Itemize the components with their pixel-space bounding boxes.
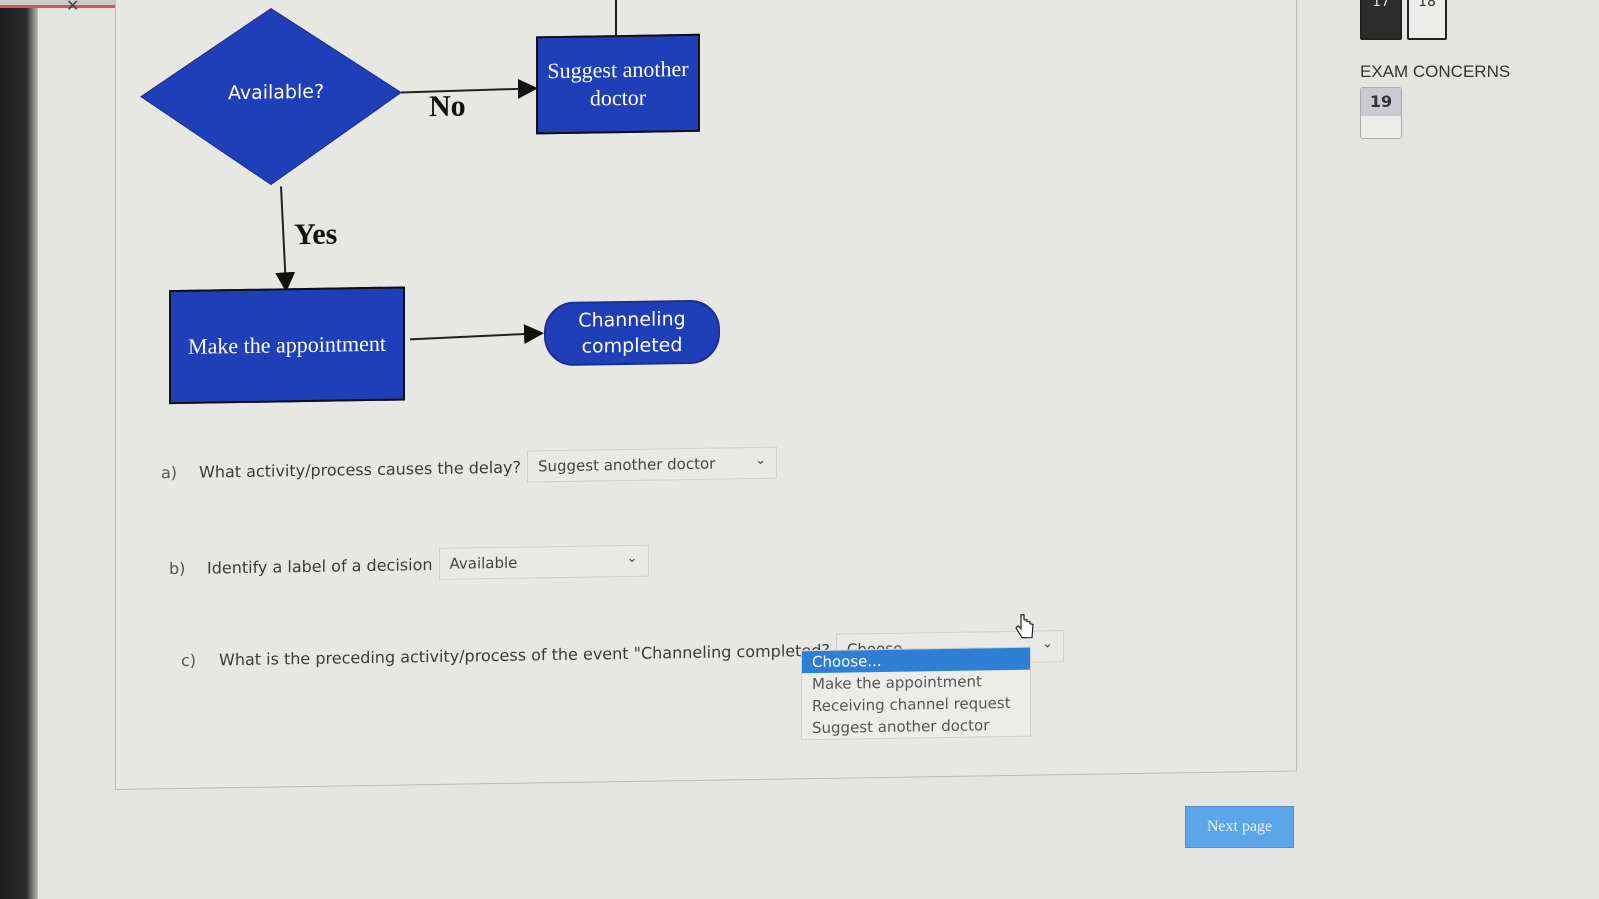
question-a: a) What activity/process causes the dela… <box>161 446 777 489</box>
question-b-selected: Available <box>449 553 518 573</box>
channeling-completed-terminal: Channeling completed <box>544 299 720 367</box>
no-arrow <box>400 78 538 99</box>
question-a-select[interactable]: Suggest another doctor ⌄ <box>526 446 777 483</box>
flowchart: Available? No Yes Suggest another doctor… <box>116 0 816 419</box>
section-heading: EXAM CONCERNS <box>1360 62 1511 81</box>
question-nav-18[interactable]: 18 <box>1407 0 1447 40</box>
question-a-letter: a) <box>161 462 178 482</box>
dropdown-option[interactable]: Receiving channel request <box>802 692 1030 718</box>
question-c-text: What is the preceding activity/process o… <box>219 640 830 669</box>
close-icon[interactable]: ✕ <box>66 0 79 15</box>
dropdown-option[interactable]: Suggest another doctor <box>802 714 1030 740</box>
question-nav-17[interactable]: 17 <box>1360 0 1402 40</box>
question-a-selected: Suggest another doctor <box>537 454 716 476</box>
question-c-dropdown-list: Choose... Make the appointment Receiving… <box>801 646 1031 741</box>
question-nav-19[interactable]: 19 <box>1360 87 1402 139</box>
question-nav-19-number: 19 <box>1361 88 1401 116</box>
question-c-letter: c) <box>181 650 197 670</box>
quiz-navigation: 17 18 EXAM CONCERNS 19 <box>1300 0 1599 899</box>
question-a-text: What activity/process causes the delay? <box>199 457 521 482</box>
next-page-button[interactable]: Next page <box>1185 806 1294 848</box>
question-b-select[interactable]: Available ⌄ <box>438 544 649 580</box>
question-nav-18-number: 18 <box>1418 0 1436 10</box>
completion-arrow <box>409 324 544 345</box>
yes-edge-label: Yes <box>294 217 338 252</box>
question-b-letter: b) <box>169 558 186 578</box>
decision-label: Available? <box>227 80 325 105</box>
question-panel: Available? No Yes Suggest another doctor… <box>115 0 1297 791</box>
yes-arrow <box>275 186 296 293</box>
terminal-label: Channeling completed <box>578 308 686 358</box>
suggest-doctor-label: Suggest another doctor <box>547 55 689 111</box>
question-b-text: Identify a label of a decision <box>207 554 433 578</box>
no-edge-label: No <box>429 89 466 124</box>
chevron-down-icon: ⌄ <box>626 550 638 566</box>
hand-cursor-icon <box>1015 614 1034 639</box>
suggest-doctor-box: Suggest another doctor <box>536 33 700 135</box>
question-b: b) Identify a label of a decision Availa… <box>169 544 649 585</box>
chevron-down-icon: ⌄ <box>755 452 766 468</box>
chevron-down-icon: ⌄ <box>1041 636 1053 652</box>
make-appointment-label: Make the appointment <box>188 330 386 359</box>
question-nav-17-number: 17 <box>1372 0 1390 10</box>
screen-bezel <box>0 0 38 899</box>
make-appointment-box: Make the appointment <box>169 286 405 405</box>
